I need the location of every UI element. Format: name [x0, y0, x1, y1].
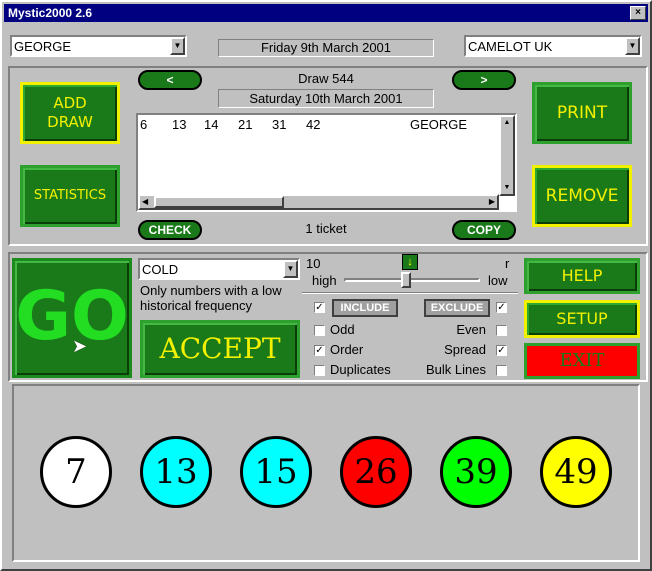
exclude-button[interactable]: EXCLUDE [424, 299, 490, 317]
option-label: Spread [444, 342, 486, 357]
lottery-ball: 7 [40, 436, 112, 508]
option-label: Order [330, 342, 364, 357]
option-checkbox-spread[interactable]: ✓ [496, 345, 507, 356]
close-button[interactable]: × [630, 6, 646, 20]
add-draw-button[interactable]: ADD DRAW [20, 82, 120, 144]
ticket-row[interactable]: 6 13 14 21 31 42 GEORGE [140, 117, 500, 133]
slider-right-value: r [505, 256, 510, 271]
include-button[interactable]: INCLUDE [332, 299, 398, 317]
option-label: Duplicates [330, 362, 391, 377]
divider [302, 292, 518, 294]
ticket-number: 14 [204, 117, 219, 132]
lottery-ball: 39 [440, 436, 512, 508]
lottery-ball: 15 [240, 436, 312, 508]
ticket-number: 6 [140, 117, 148, 132]
draw-number: Draw 544 [298, 71, 354, 86]
chevron-down-icon[interactable]: ▼ [170, 37, 185, 55]
ticket-name: GEORGE [410, 117, 468, 132]
exclude-checkbox[interactable]: ✓ [496, 302, 507, 313]
scroll-thumb[interactable] [154, 196, 284, 208]
vertical-scrollbar[interactable]: ▲ ▼ [499, 115, 515, 196]
ticket-number: 31 [272, 117, 287, 132]
app-window: Mystic2000 2.6 × GEORGE ▼ Friday 9th Mar… [0, 0, 652, 571]
help-button[interactable]: HELP [524, 258, 640, 294]
option-checkbox-odd[interactable] [314, 325, 325, 336]
lottery-ball: 13 [140, 436, 212, 508]
window-title: Mystic2000 2.6 [8, 6, 93, 20]
horizontal-scrollbar[interactable]: ◀ ▶ [138, 194, 499, 210]
scroll-right-icon[interactable]: ▶ [489, 197, 495, 206]
option-checkbox-bulk-lines[interactable] [496, 365, 507, 376]
option-checkbox-even[interactable] [496, 325, 507, 336]
slider-high-label: high [312, 273, 337, 288]
option-label: Even [456, 322, 486, 337]
print-button[interactable]: PRINT [532, 82, 632, 144]
add-draw-label: ADD DRAW [47, 94, 93, 131]
go-button[interactable]: GO [12, 258, 132, 378]
slider-low-label: low [488, 273, 508, 288]
ticket-number: 42 [306, 117, 321, 132]
option-label: Odd [330, 322, 355, 337]
option-checkbox-order[interactable]: ✓ [314, 345, 325, 356]
ticket-number: 21 [238, 117, 253, 132]
remove-button[interactable]: REMOVE [532, 165, 632, 227]
slider-marker-icon[interactable]: ↓ [402, 254, 418, 270]
draw-date: Saturday 10th March 2001 [218, 89, 434, 108]
filter-select-value: COLD [142, 262, 179, 277]
filter-description: Only numbers with a low historical frequ… [140, 283, 282, 313]
prev-draw-button[interactable]: < [138, 70, 202, 90]
copy-button[interactable]: COPY [452, 220, 516, 240]
slider-track[interactable] [344, 278, 480, 282]
next-draw-button[interactable]: > [452, 70, 516, 90]
chevron-down-icon[interactable]: ▼ [283, 260, 298, 278]
lottery-ball: 49 [540, 436, 612, 508]
slider-thumb[interactable] [400, 272, 411, 288]
mouse-cursor-icon: ➤ [72, 336, 88, 356]
option-checkbox-duplicates[interactable] [314, 365, 325, 376]
option-label: Bulk Lines [426, 362, 486, 377]
player-select[interactable]: GEORGE ▼ [10, 35, 187, 57]
lottery-select[interactable]: CAMELOT UK ▼ [464, 35, 642, 57]
ticket-number: 13 [172, 117, 187, 132]
accept-button[interactable]: ACCEPT [140, 320, 300, 378]
chevron-down-icon[interactable]: ▼ [625, 37, 640, 55]
scroll-left-icon[interactable]: ◀ [142, 197, 148, 206]
scroll-down-icon[interactable]: ▼ [501, 182, 513, 194]
ticket-list[interactable]: 6 13 14 21 31 42 GEORGE ▲ ▼ ◀ ▶ [136, 113, 517, 212]
statistics-button[interactable]: STATISTICS [20, 165, 120, 227]
lottery-ball: 26 [340, 436, 412, 508]
check-button[interactable]: CHECK [138, 220, 202, 240]
include-checkbox[interactable]: ✓ [314, 302, 325, 313]
lottery-select-value: CAMELOT UK [468, 39, 553, 54]
filter-select[interactable]: COLD ▼ [138, 258, 300, 280]
exit-button[interactable]: EXIT [524, 343, 640, 379]
title-bar: Mystic2000 2.6 × [4, 4, 648, 22]
scroll-up-icon[interactable]: ▲ [501, 117, 513, 129]
current-date: Friday 9th March 2001 [218, 39, 434, 57]
setup-button[interactable]: SETUP [524, 300, 640, 338]
ticket-count: 1 ticket [305, 221, 347, 236]
player-select-value: GEORGE [14, 39, 72, 54]
slider-left-value: 10 [306, 256, 321, 271]
